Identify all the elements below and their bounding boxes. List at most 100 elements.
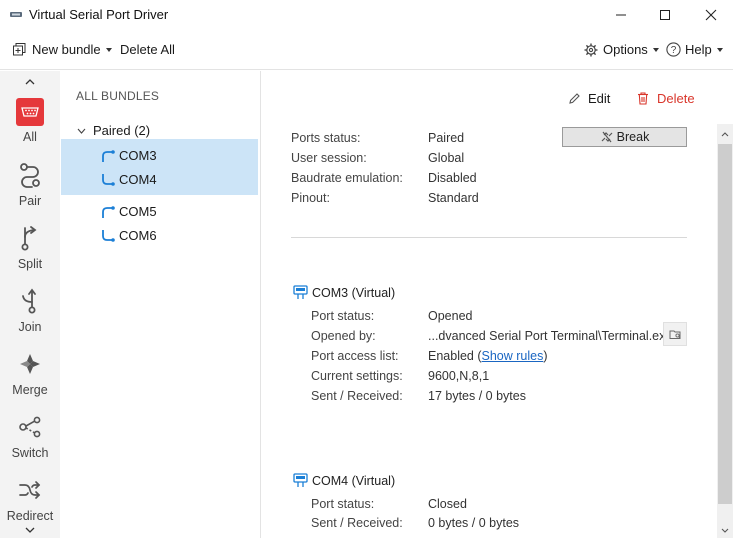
access-list-status: Enabled ( bbox=[428, 349, 482, 363]
bundle-com5-com6[interactable]: COM5 COM6 bbox=[61, 202, 258, 258]
app-connector-icon bbox=[9, 9, 23, 20]
bundles-header: ALL BUNDLES bbox=[76, 89, 160, 103]
rail-item-merge[interactable]: Merge bbox=[0, 350, 60, 410]
pair-link-top-icon bbox=[102, 149, 115, 162]
chevron-down-icon bbox=[716, 47, 723, 52]
new-bundle-icon bbox=[13, 43, 26, 56]
summary-value: Disabled bbox=[428, 171, 477, 185]
summary-value: Paired bbox=[428, 131, 465, 145]
pair-icon bbox=[16, 161, 44, 189]
summary-label: User session: bbox=[291, 151, 367, 165]
section-divider bbox=[291, 237, 687, 238]
port-item-com6[interactable]: COM6 bbox=[101, 228, 157, 243]
open-folder-button[interactable] bbox=[663, 322, 687, 346]
rail-item-label: Split bbox=[17, 257, 43, 271]
com4-title: COM4 (Virtual) bbox=[312, 473, 396, 488]
access-list-tail: ) bbox=[543, 349, 548, 363]
toolbar: New bundle Delete All Options ? Help bbox=[0, 30, 733, 70]
com3-section-title: COM3 (Virtual) bbox=[293, 285, 395, 300]
maximize-button[interactable] bbox=[642, 0, 688, 30]
delete-all-button[interactable]: Delete All bbox=[120, 42, 175, 57]
group-label: Paired (2) bbox=[93, 123, 151, 138]
rail-scroll-down-button[interactable] bbox=[0, 523, 60, 537]
rail-scroll-up-button[interactable] bbox=[0, 73, 60, 91]
virtual-port-icon bbox=[293, 285, 308, 299]
delete-label: Delete bbox=[657, 91, 695, 106]
summary-label: Pinout: bbox=[291, 191, 330, 205]
port-label: COM4 bbox=[119, 172, 157, 187]
trash-icon bbox=[638, 92, 648, 105]
options-button[interactable]: Options bbox=[584, 42, 659, 57]
rail-item-label: All bbox=[23, 130, 37, 144]
redirect-icon bbox=[16, 476, 44, 504]
port-item-com5[interactable]: COM5 bbox=[101, 204, 157, 219]
port-status-label: Port status: bbox=[311, 309, 375, 323]
port-item-com3[interactable]: COM3 bbox=[101, 148, 157, 163]
break-label: Break bbox=[616, 130, 650, 144]
rail-item-label: Pair bbox=[18, 194, 42, 208]
scroll-down-button[interactable] bbox=[717, 522, 733, 538]
chevron-down-icon bbox=[25, 527, 35, 533]
serial-port-icon bbox=[16, 98, 44, 126]
sent-received-value: 17 bytes / 0 bytes bbox=[428, 389, 526, 403]
bundle-list: ALL BUNDLES Paired (2) COM3 COM4 COM5 CO… bbox=[61, 71, 259, 538]
current-settings-value: 9600,N,8,1 bbox=[428, 369, 490, 383]
rail-item-switch[interactable]: Switch bbox=[0, 413, 60, 473]
edit-button[interactable]: Edit bbox=[568, 91, 610, 106]
chevron-down-icon bbox=[105, 47, 112, 52]
summary-value: Standard bbox=[428, 191, 479, 205]
delete-all-label: Delete All bbox=[120, 42, 175, 57]
chevron-up-icon bbox=[721, 131, 729, 136]
new-bundle-label: New bundle bbox=[32, 42, 101, 57]
window-title: Virtual Serial Port Driver bbox=[29, 7, 169, 22]
summary-value: Global bbox=[428, 151, 465, 165]
bundle-com3-com4[interactable]: COM3 COM4 bbox=[61, 139, 258, 195]
com3-title: COM3 (Virtual) bbox=[312, 285, 396, 300]
virtual-port-icon bbox=[293, 473, 308, 487]
rail-item-all[interactable]: All bbox=[0, 98, 60, 158]
rail-item-label: Join bbox=[18, 320, 42, 334]
break-button[interactable]: Break bbox=[562, 127, 687, 147]
rail-item-pair[interactable]: Pair bbox=[0, 161, 60, 221]
options-label: Options bbox=[603, 42, 648, 57]
chevron-up-icon bbox=[25, 79, 35, 85]
pair-link-bottom-icon bbox=[102, 173, 115, 186]
folder-search-icon bbox=[669, 330, 680, 339]
delete-button[interactable]: Delete bbox=[637, 91, 695, 106]
help-label: Help bbox=[685, 42, 712, 57]
minimize-button[interactable] bbox=[598, 0, 644, 30]
chevron-down-icon bbox=[652, 47, 659, 52]
merge-icon bbox=[16, 350, 44, 378]
svg-text:?: ? bbox=[671, 45, 677, 56]
rail-item-label: Switch bbox=[11, 446, 49, 460]
scrollbar-thumb[interactable] bbox=[718, 144, 732, 504]
pencil-icon bbox=[569, 93, 580, 104]
pair-link-bottom-icon bbox=[102, 229, 115, 242]
com4-section-title: COM4 (Virtual) bbox=[293, 473, 395, 488]
show-rules-link[interactable]: Show rules bbox=[482, 349, 544, 363]
help-icon: ? bbox=[666, 42, 681, 57]
sent-received-value: 0 bytes / 0 bytes bbox=[428, 516, 520, 530]
title-bar: Virtual Serial Port Driver bbox=[0, 0, 733, 30]
pair-link-top-icon bbox=[102, 205, 115, 218]
group-paired[interactable]: Paired (2) bbox=[77, 123, 150, 138]
close-button[interactable] bbox=[688, 0, 733, 30]
rail-item-label: Redirect bbox=[6, 509, 54, 523]
details-scrollbar[interactable] bbox=[717, 124, 733, 538]
rail-item-join[interactable]: Join bbox=[0, 287, 60, 347]
port-item-com4[interactable]: COM4 bbox=[101, 172, 157, 187]
port-label: COM5 bbox=[119, 204, 157, 219]
bundle-type-rail: All Pair Split Join Merge Switch Redirec… bbox=[0, 71, 60, 538]
switch-icon bbox=[16, 413, 44, 441]
summary-label: Baudrate emulation: bbox=[291, 171, 403, 185]
summary-label: Ports status: bbox=[291, 131, 361, 145]
rail-item-split[interactable]: Split bbox=[0, 224, 60, 284]
help-button[interactable]: ? Help bbox=[666, 42, 723, 57]
port-status-value: Closed bbox=[428, 497, 467, 511]
port-status-value: Opened bbox=[428, 309, 473, 323]
opened-by-value: ...dvanced Serial Port Terminal\Terminal… bbox=[428, 329, 673, 343]
opened-by-label: Opened by: bbox=[311, 329, 376, 343]
current-settings-label: Current settings: bbox=[311, 369, 403, 383]
scroll-up-button[interactable] bbox=[717, 126, 733, 142]
new-bundle-button[interactable]: New bundle bbox=[13, 42, 112, 57]
